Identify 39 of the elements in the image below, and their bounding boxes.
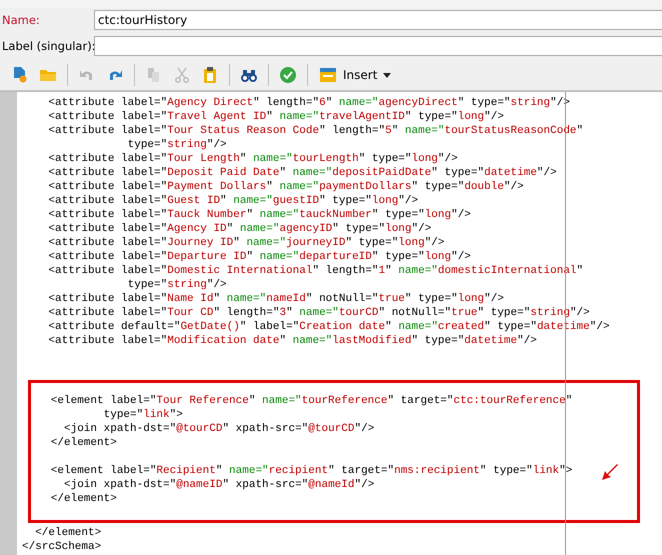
caret-icon: [383, 72, 392, 78]
code-line: <attribute label="Tour CD" length="3" name="tourCD" notNull="true" type="string"/>: [47, 306, 590, 320]
arrow-icon: [601, 463, 619, 481]
code-line: <attribute label="Tauck Number" name="tauckNumber" type="long"/>: [47, 208, 471, 222]
code-line: <join xpath-dst="@nameID" xpath-src="@nameId"/>: [63, 478, 374, 492]
code-line: <attribute label="Deposit Paid Date" name="depositPaidDate" type="datetime"/>: [47, 166, 557, 180]
code-line: type="string"/>: [126, 138, 227, 152]
code-line: <attribute label="Payment Dollars" name="paymentDollars" type="double"/>: [47, 180, 524, 194]
clipboard-icon: [201, 66, 219, 84]
scissors-icon: [173, 66, 191, 84]
code-line: <element label="Tour Reference" name="tourReference" target="ctc:tourReference": [50, 394, 572, 408]
code-line: </element>: [50, 436, 117, 450]
code-line: <attribute default="GetDate()" label="Creation date" name="created" type="datetime"/>: [47, 320, 610, 334]
code-line: <attribute label="Modification date" name="lastModified" type="datetime"/>: [47, 334, 537, 348]
code-editor[interactable]: [0, 91, 662, 555]
insert-button[interactable]: Insert: [315, 64, 396, 86]
field-label: Name:: [1, 13, 41, 27]
code-line: <attribute label="Travel Agent ID" name="travelAgentID" type="long"/>: [47, 110, 504, 124]
check-icon: [279, 66, 297, 84]
code-line: <element label="Recipient" name="recipient" target="nms:recipient" type="link">: [50, 464, 572, 478]
code-line: type="string"/>: [126, 278, 227, 292]
code-line: type="link">: [102, 408, 183, 422]
code-line: </srcSchema>: [22, 540, 102, 554]
code-line: <attribute label="Departure ID" name="departureID" type="long"/>: [47, 250, 471, 264]
code-line: <attribute label="Domestic International" length="1" name="domesticInternational": [47, 264, 584, 278]
window-icon: [319, 66, 337, 84]
input-field[interactable]: ctc:tourHistory: [94, 10, 662, 30]
code-line: </element>: [34, 526, 102, 540]
code-line: <attribute label="Name Id" name="nameId" notNull="true" type="long"/>: [47, 292, 504, 306]
code-line: </element>: [50, 492, 117, 506]
code-line: <attribute label="Tour Status Reason Code" length="5" name="tourStatusReasonCode": [47, 124, 584, 138]
code-line: <join xpath-dst="@tourCD" xpath-src="@tourCD"/>: [63, 422, 374, 436]
input-field[interactable]: [94, 36, 662, 56]
code-line: <attribute label="Agency ID" name="agencyID" type="long"/>: [47, 222, 432, 236]
field-label: Label (singular):: [1, 39, 94, 53]
code-line: <attribute label="Journey ID" name="journeyID" type="long"/>: [47, 236, 445, 250]
code-line: <attribute label="Tour Length" name="tourLength" type="long"/>: [47, 152, 458, 166]
new-document-icon: [11, 66, 29, 84]
code-line: <attribute label="Guest ID" name="guestID" type="long"/>: [47, 194, 418, 208]
